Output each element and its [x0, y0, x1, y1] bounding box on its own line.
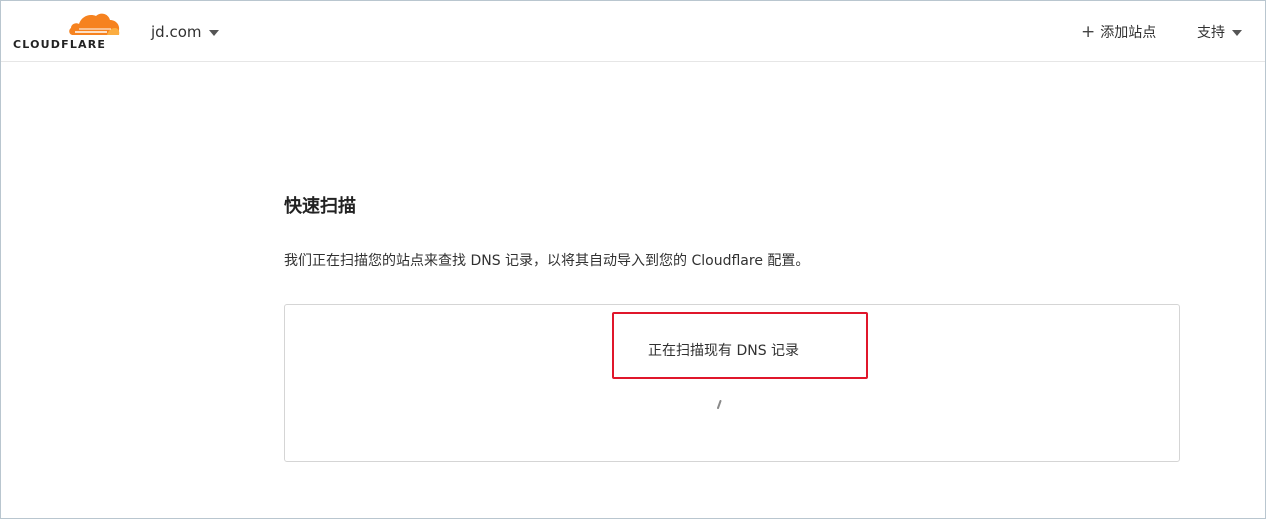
cloudflare-cloud-icon — [69, 13, 120, 35]
chevron-down-icon — [1232, 29, 1242, 36]
page-description: 我们正在扫描您的站点来查找 DNS 记录，以将其自动导入到您的 Cloudfla… — [284, 253, 810, 269]
support-label: 支持 — [1197, 25, 1225, 41]
page-title: 快速扫描 — [284, 196, 356, 217]
plus-icon: + — [1081, 21, 1096, 42]
support-dropdown[interactable]: 支持 — [1197, 21, 1242, 43]
domain-dropdown[interactable]: jd.com — [151, 21, 219, 43]
cloudflare-logo[interactable]: CLOUDFLARE — [13, 11, 123, 51]
spinner-icon — [717, 400, 722, 409]
add-site-label: 添加站点 — [1100, 25, 1157, 41]
app-window: CLOUDFLARE jd.com + 添加站点 支持 快速扫描 我们正在扫描您… — [0, 0, 1266, 519]
top-navbar: CLOUDFLARE jd.com + 添加站点 支持 — [1, 1, 1265, 62]
scan-progress-card: 正在扫描现有 DNS 记录 — [284, 304, 1180, 462]
logo-wordmark: CLOUDFLARE — [13, 38, 107, 51]
add-site-button[interactable]: + 添加站点 — [1081, 21, 1156, 43]
domain-label: jd.com — [151, 23, 202, 41]
chevron-down-icon — [208, 29, 219, 36]
scan-status-text: 正在扫描现有 DNS 记录 — [648, 343, 800, 359]
